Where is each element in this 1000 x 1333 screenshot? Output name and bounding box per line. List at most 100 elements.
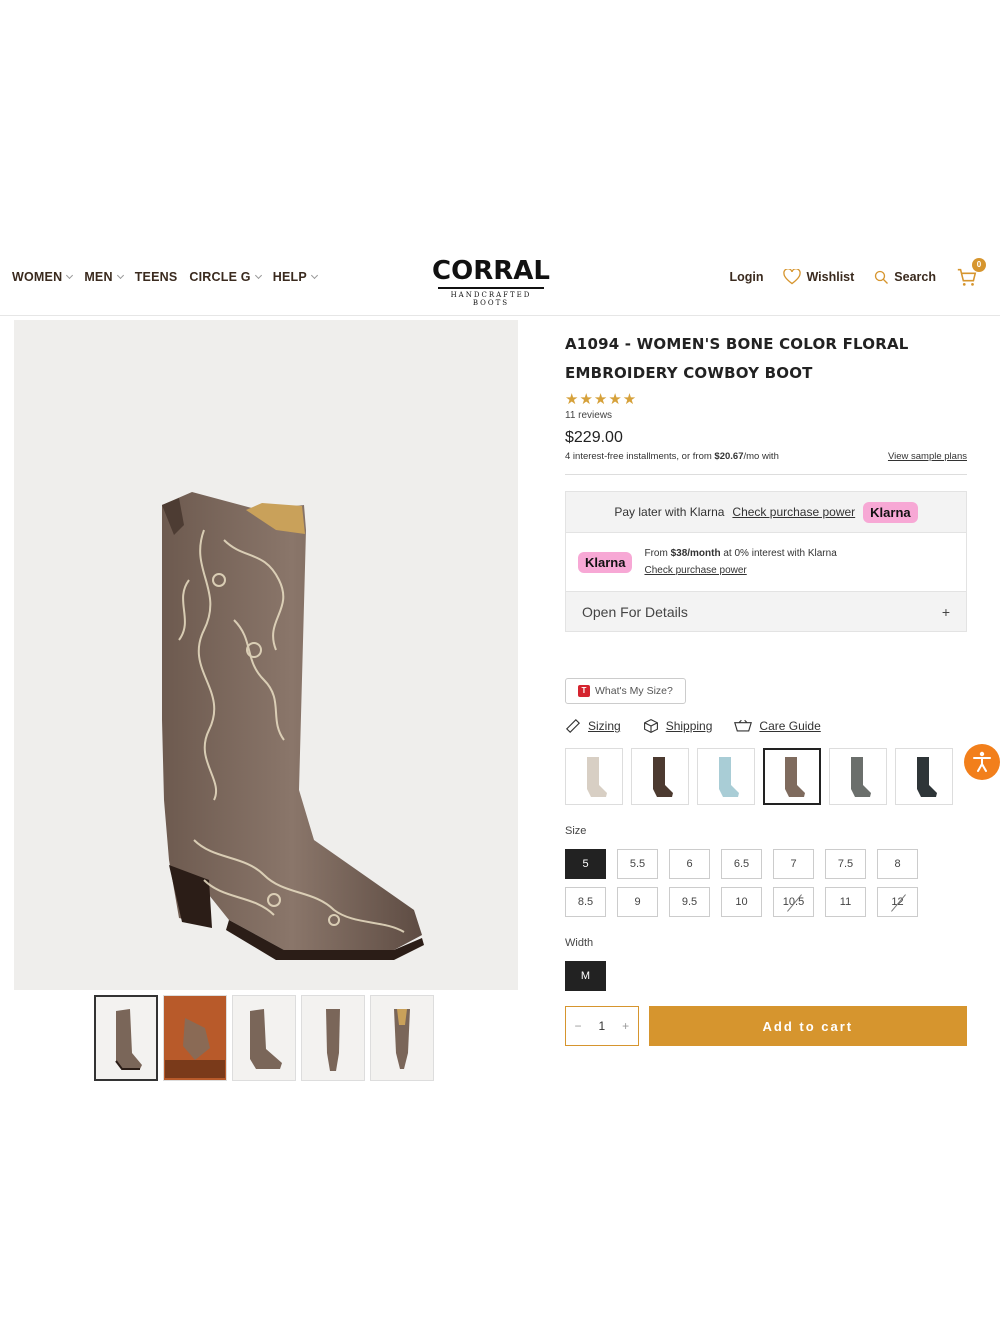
- nav-item-women[interactable]: WOMEN: [12, 270, 74, 284]
- shipping-link[interactable]: Shipping: [643, 718, 713, 734]
- boot-thumbnail: [250, 1009, 282, 1069]
- accessibility-icon: [973, 751, 991, 772]
- login-label: Login: [729, 270, 764, 284]
- product-title-line-1: A1094 - WOMEN'S BONE COLOR FLORAL: [565, 335, 909, 353]
- wishlist-link[interactable]: Wishlist: [783, 269, 854, 285]
- box-icon: [643, 718, 658, 734]
- accessibility-button[interactable]: [964, 744, 1000, 780]
- thumbnail-5[interactable]: [370, 995, 434, 1081]
- wishlist-label: Wishlist: [806, 270, 855, 284]
- chevron-down-icon: [66, 271, 74, 280]
- size-option[interactable]: 11: [825, 887, 866, 917]
- size-option[interactable]: 7.5: [825, 849, 866, 879]
- boot-thumbnail: [115, 1009, 142, 1070]
- review-count[interactable]: 11 reviews: [565, 410, 967, 421]
- product-price: $229.00: [565, 429, 623, 446]
- klarna-pay-later-row: Pay later with Klarna Check purchase pow…: [566, 492, 966, 532]
- thumbnail-2[interactable]: [163, 995, 227, 1081]
- quantity-increase-button[interactable]: +: [622, 1019, 629, 1033]
- utility-nav: Login Wishlist Search 0: [729, 258, 986, 288]
- size-option[interactable]: 9: [617, 887, 658, 917]
- size-option[interactable]: 8: [877, 849, 918, 879]
- brand-logo[interactable]: CORRAL HANDCRAFTED BOOTS: [432, 256, 550, 307]
- ruler-icon: [565, 718, 581, 734]
- product-details: A1094 - WOMEN'S BONE COLOR FLORAL EMBROI…: [565, 330, 967, 1046]
- quantity-stepper: − 1 +: [565, 1006, 639, 1046]
- site-header: WOMEN MEN TEENS CIRCLE G HELP CORRAL HAN…: [0, 250, 1000, 316]
- swatch-grey[interactable]: [829, 748, 887, 805]
- chevron-down-icon: [310, 271, 318, 280]
- login-link[interactable]: Login: [729, 270, 763, 284]
- nav-item-men[interactable]: MEN: [84, 270, 124, 284]
- quantity-value[interactable]: 1: [598, 1019, 605, 1033]
- width-option[interactable]: M: [565, 961, 606, 991]
- sizing-link[interactable]: Sizing: [565, 718, 621, 734]
- view-sample-plans-link[interactable]: View sample plans: [888, 451, 967, 462]
- size-option[interactable]: 10: [721, 887, 762, 917]
- size-option[interactable]: 5: [565, 849, 606, 879]
- size-option[interactable]: 6.5: [721, 849, 762, 879]
- swatch-black[interactable]: [895, 748, 953, 805]
- boot-swatch-image: [917, 756, 937, 797]
- size-option-unavailable[interactable]: 10.5: [773, 887, 814, 917]
- klarna-check-power-link-2[interactable]: Check purchase power: [644, 565, 746, 576]
- size-option[interactable]: 5.5: [617, 849, 658, 879]
- nav-item-teens[interactable]: TEENS: [135, 270, 178, 284]
- nav-item-circle-g[interactable]: CIRCLE G: [189, 270, 262, 284]
- search-link[interactable]: Search: [874, 270, 936, 285]
- add-to-cart-button[interactable]: Add to cart: [648, 1006, 967, 1046]
- boot-image: [162, 492, 424, 960]
- swatch-bone[interactable]: [565, 748, 623, 805]
- boot-thumbnail: [326, 1009, 340, 1071]
- care-guide-link[interactable]: Care Guide: [734, 718, 821, 734]
- boot-swatch-image: [653, 756, 673, 797]
- fit-links: Sizing Shipping Care Guide: [565, 718, 967, 734]
- klarna-logo: Klarna: [578, 551, 633, 573]
- nav-item-help[interactable]: HELP: [273, 270, 318, 284]
- chevron-down-icon: [116, 271, 124, 280]
- main-nav: WOMEN MEN TEENS CIRCLE G HELP: [12, 270, 318, 284]
- klarna-logo: Klarna: [863, 501, 918, 523]
- size-option[interactable]: 9.5: [669, 887, 710, 917]
- star-rating[interactable]: ★★★★★: [565, 392, 967, 408]
- shipping-label: Shipping: [665, 719, 713, 733]
- cart-button[interactable]: 0: [956, 258, 986, 288]
- klarna-check-power-link[interactable]: Check purchase power: [732, 505, 855, 519]
- product-main-image[interactable]: [14, 320, 518, 990]
- brand-logo-wordmark: CORRAL: [432, 256, 550, 286]
- boot-swatch-image: [851, 756, 871, 797]
- brand-logo-tagline: HANDCRAFTED BOOTS: [438, 287, 544, 307]
- heart-icon: [783, 269, 802, 285]
- swatch-brown-crackle[interactable]: [763, 748, 821, 805]
- klarna-offer-text: From $38/month at 0% interest with Klarn…: [644, 548, 837, 576]
- size-option[interactable]: 7: [773, 849, 814, 879]
- thumbnail-1[interactable]: [94, 995, 158, 1081]
- whats-my-size-button[interactable]: T What's My Size?: [565, 678, 686, 704]
- cart-count-badge: 0: [972, 258, 986, 272]
- nav-label: TEENS: [134, 270, 178, 284]
- thumbnail-3[interactable]: [232, 995, 296, 1081]
- basket-icon: [734, 719, 753, 732]
- open-details-label: Open For Details: [582, 603, 688, 620]
- size-option[interactable]: 8.5: [565, 887, 606, 917]
- swatch-light-blue[interactable]: [697, 748, 755, 805]
- size-option-unavailable[interactable]: 12: [877, 887, 918, 917]
- size-options: 5 5.5 6 6.5 7 7.5 8 8.5 9 9.5 10 10.5 11…: [565, 849, 967, 917]
- nav-label: WOMEN: [12, 270, 63, 284]
- product-title: A1094 - WOMEN'S BONE COLOR FLORAL EMBROI…: [565, 330, 967, 388]
- installments-text: 4 interest-free installments, or from $2…: [565, 451, 779, 462]
- search-icon: [875, 270, 889, 284]
- thumbnail-4[interactable]: [301, 995, 365, 1081]
- quantity-decrease-button[interactable]: −: [574, 1019, 581, 1033]
- klarna-panel: Pay later with Klarna Check purchase pow…: [565, 491, 967, 632]
- boot-lifestyle-thumbnail: [165, 1018, 225, 1078]
- color-swatches: [565, 748, 967, 805]
- boot-swatch-image: [785, 756, 805, 797]
- boot-swatch-image: [719, 756, 739, 797]
- width-options: M: [565, 961, 967, 991]
- size-option[interactable]: 6: [669, 849, 710, 879]
- swatch-dark-brown[interactable]: [631, 748, 689, 805]
- search-label: Search: [894, 270, 936, 284]
- klarna-open-details[interactable]: Open For Details +: [566, 591, 966, 631]
- plus-icon: +: [941, 603, 950, 620]
